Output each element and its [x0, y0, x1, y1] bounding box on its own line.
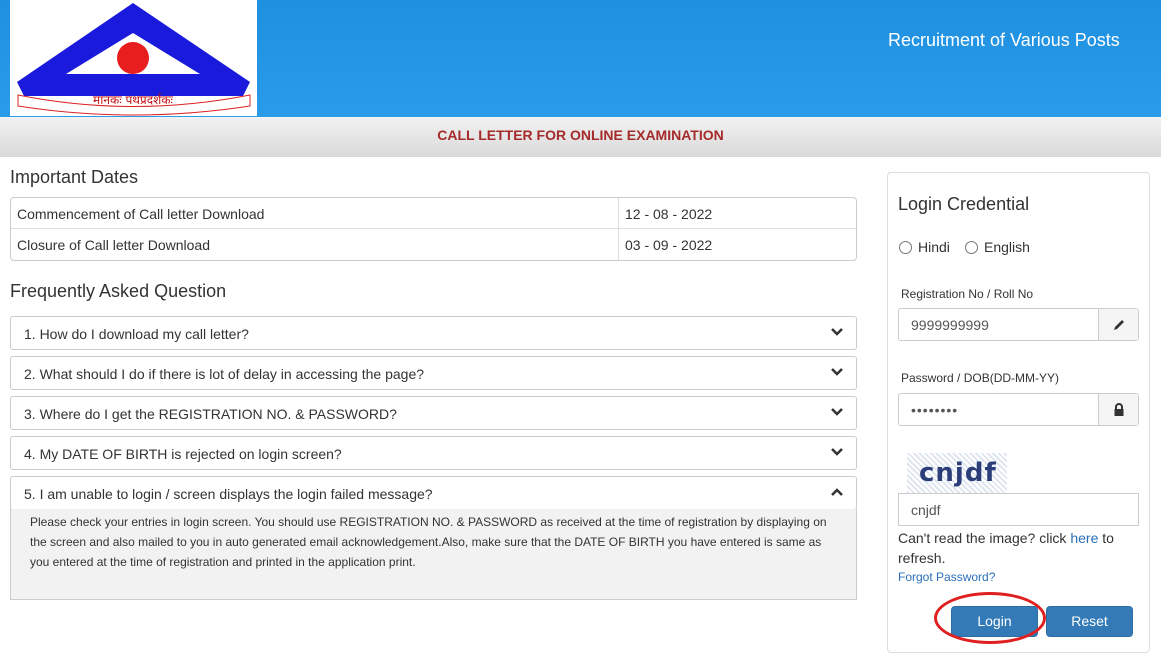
logo-motto: मानकः पथप्रदर्शकः	[93, 93, 173, 107]
faq-item-open[interactable]: 5. I am unable to login / screen display…	[10, 476, 857, 510]
faq-answer: Please check your entries in login scree…	[10, 509, 857, 600]
page-title: Recruitment of Various Posts	[888, 30, 1120, 50]
refresh-captcha-link[interactable]: here	[1070, 530, 1098, 546]
radio-button[interactable]	[899, 240, 912, 254]
radio-english[interactable]: English	[965, 239, 1030, 255]
radio-button[interactable]	[965, 240, 978, 254]
captcha-image-text: cnjdf	[919, 458, 997, 488]
important-dates-table: Commencement of Call letter Download 12 …	[10, 197, 857, 261]
password-field[interactable]: ••••••••	[898, 393, 1139, 426]
faq-question: 3. Where do I get the REGISTRATION NO. &…	[24, 406, 397, 422]
registration-field[interactable]: 9999999999	[898, 308, 1139, 341]
captcha-image: cnjdf	[907, 453, 1007, 493]
faq-item[interactable]: 1. How do I download my call letter?	[10, 316, 857, 350]
captcha-input[interactable]: cnjdf	[898, 493, 1139, 526]
chevron-down-icon	[831, 328, 843, 336]
reset-button[interactable]: Reset	[1046, 606, 1133, 637]
important-dates-heading: Important Dates	[10, 167, 139, 187]
faq-item[interactable]: 3. Where do I get the REGISTRATION NO. &…	[10, 396, 857, 430]
date-value: 03 - 09 - 2022	[625, 237, 713, 253]
table-row: Closure of Call letter Download 03 - 09 …	[11, 229, 856, 260]
registration-input[interactable]: 9999999999	[899, 309, 1098, 340]
highlight-annotation	[934, 592, 1046, 644]
faq-question: 4. My DATE OF BIRTH is rejected on login…	[24, 446, 342, 462]
faq-question: 1. How do I download my call letter?	[24, 326, 249, 342]
captcha-help: Can't read the image? click here to refr…	[898, 528, 1143, 568]
chevron-down-icon	[831, 448, 843, 456]
radio-hindi[interactable]: Hindi	[899, 239, 950, 255]
pencil-icon	[1098, 309, 1138, 340]
faq-question: 5. I am unable to login / screen display…	[24, 486, 433, 502]
sub-header-bar: CALL LETTER FOR ONLINE EXAMINATION	[0, 117, 1161, 157]
forgot-password-link[interactable]: Forgot Password?	[898, 570, 995, 584]
faq-item[interactable]: 2. What should I do if there is lot of d…	[10, 356, 857, 390]
date-label: Closure of Call letter Download	[11, 229, 619, 260]
captcha-help-prefix: Can't read the image? click	[898, 530, 1071, 546]
faq-item[interactable]: 4. My DATE OF BIRTH is rejected on login…	[10, 436, 857, 470]
chevron-down-icon	[831, 368, 843, 376]
table-row: Commencement of Call letter Download 12 …	[11, 198, 856, 229]
date-value: 12 - 08 - 2022	[625, 206, 713, 222]
password-label: Password / DOB(DD-MM-YY)	[901, 371, 1060, 385]
date-label: Commencement of Call letter Download	[11, 198, 619, 228]
radio-label: Hindi	[918, 239, 950, 255]
page-subtitle: CALL LETTER FOR ONLINE EXAMINATION	[437, 127, 724, 143]
login-panel: Login Credential Hindi English Registrat…	[887, 172, 1150, 653]
chevron-down-icon	[831, 408, 843, 416]
registration-label: Registration No / Roll No	[901, 287, 1034, 301]
password-input[interactable]: ••••••••	[899, 394, 1098, 425]
radio-label: English	[984, 239, 1030, 255]
faq-heading: Frequently Asked Question	[10, 281, 227, 301]
bis-logo: मानकः पथप्रदर्शकः	[10, 0, 257, 116]
chevron-up-icon	[831, 488, 843, 496]
page-header: मानकः पथप्रदर्शकः Recruitment of Various…	[0, 0, 1161, 117]
faq-question: 2. What should I do if there is lot of d…	[24, 366, 425, 382]
login-title: Login Credential	[898, 194, 1030, 214]
lock-icon	[1098, 394, 1138, 425]
